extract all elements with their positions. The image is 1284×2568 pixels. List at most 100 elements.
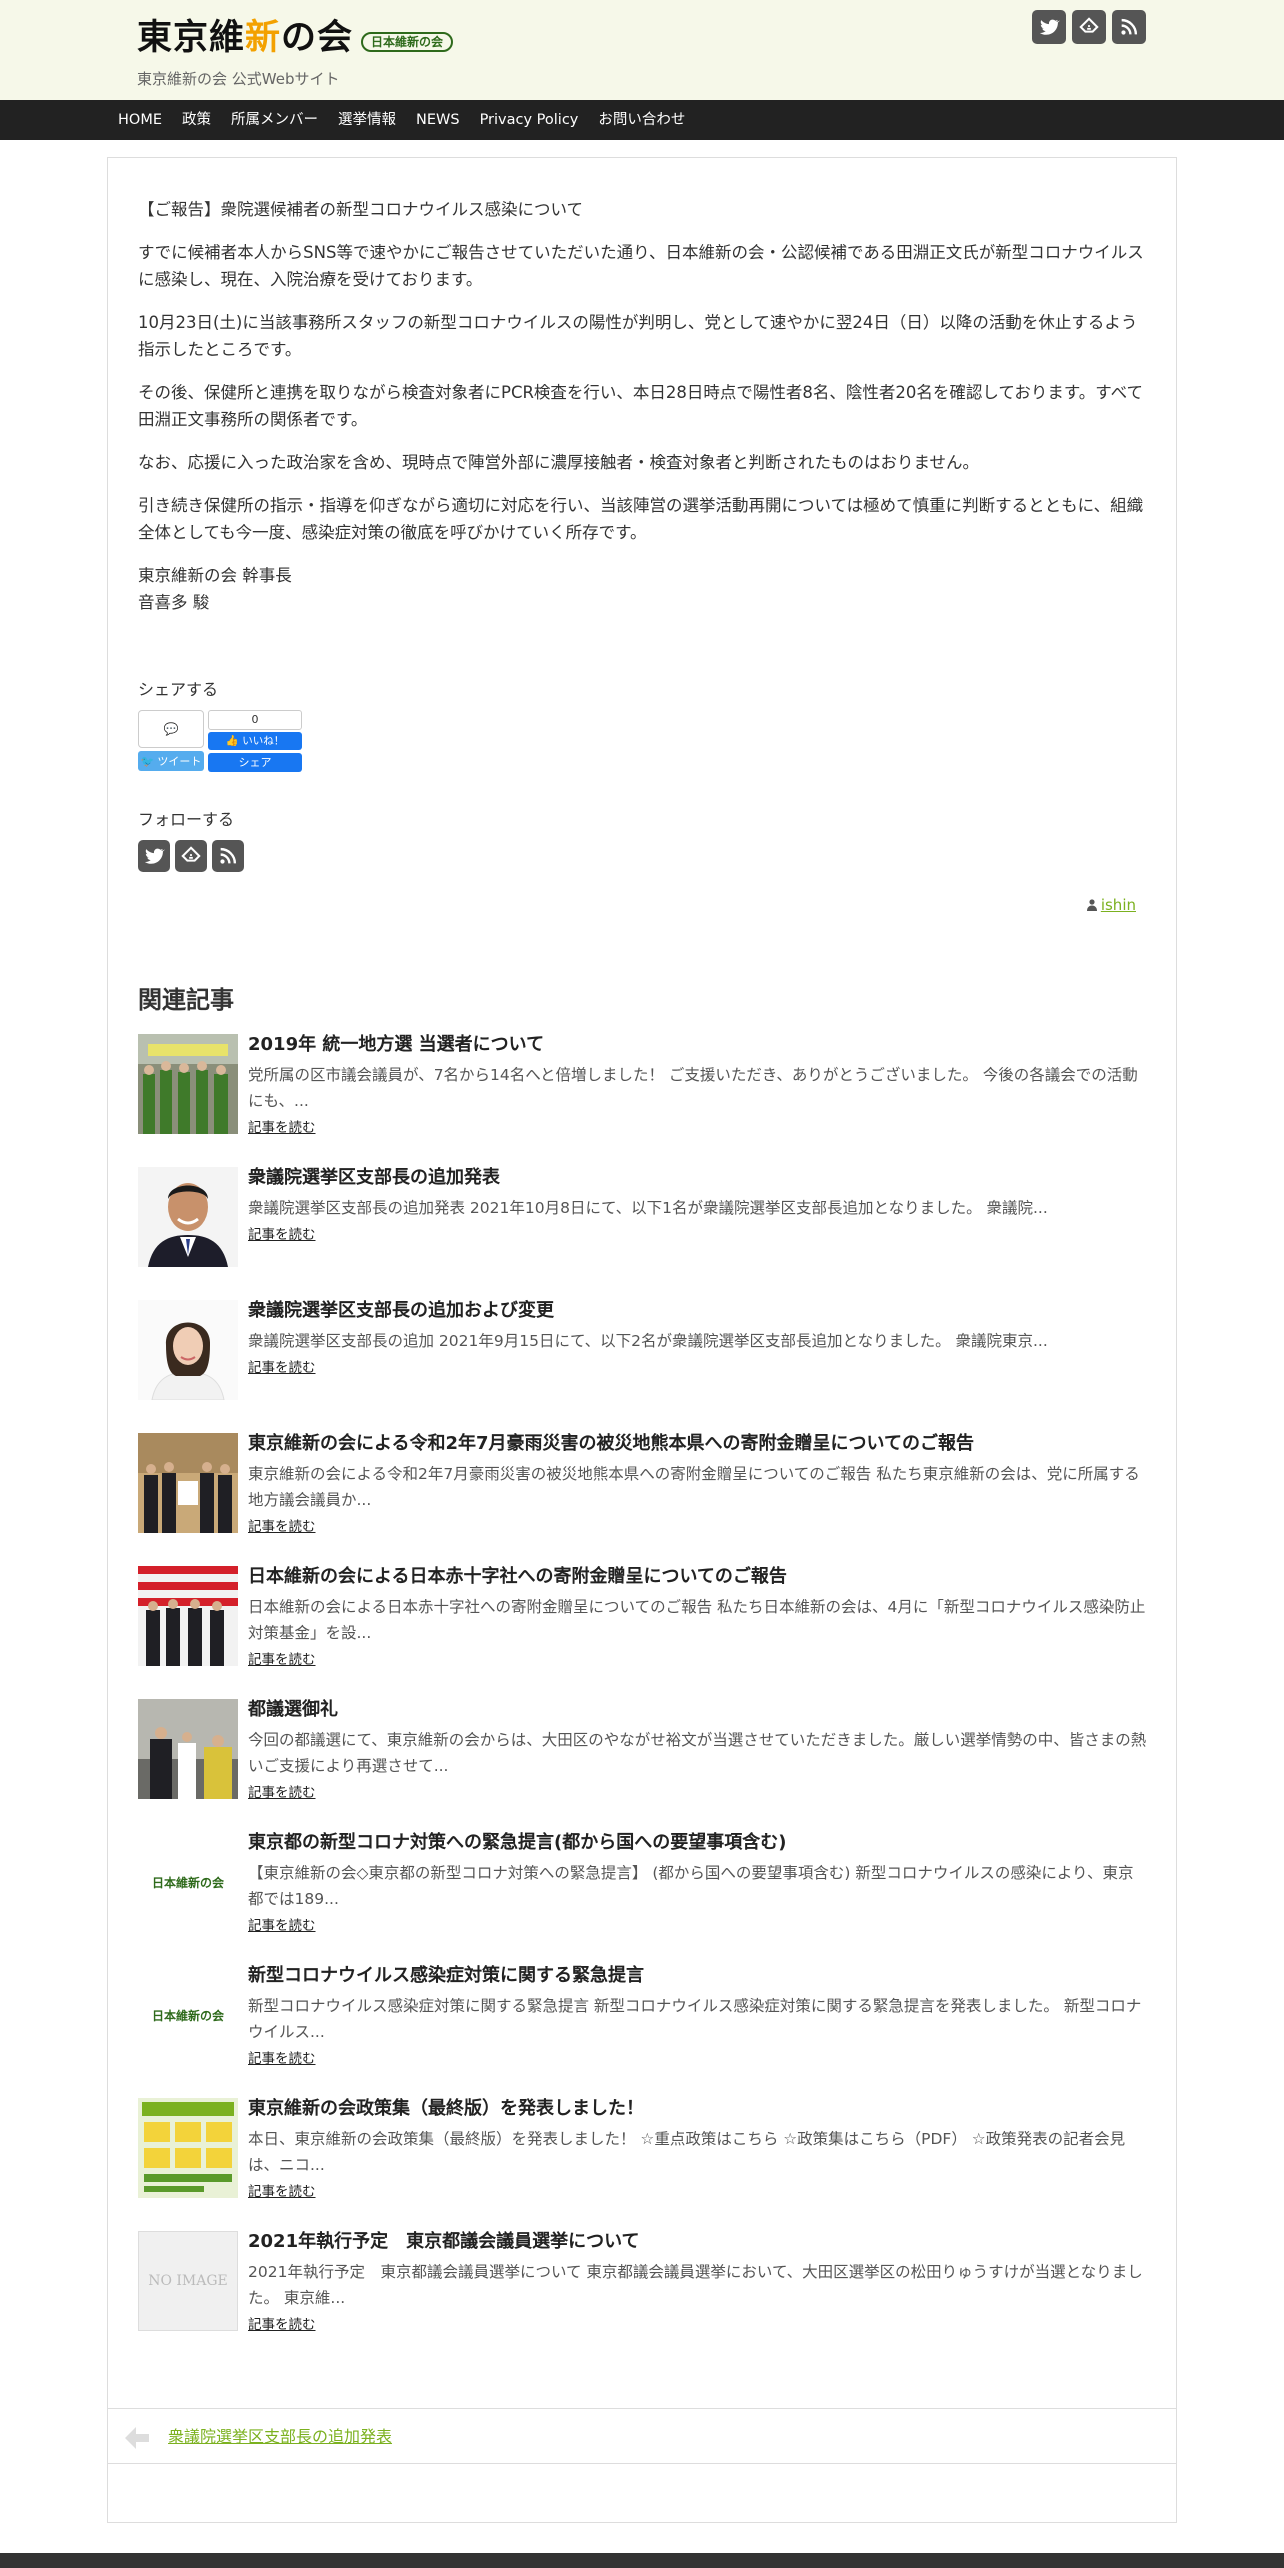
article-excerpt: 衆議院選挙区支部長の追加発表 2021年10月8日にて、以下1名が衆議院選挙区支… — [248, 1199, 1048, 1217]
site-tagline: 東京維新の会 公式Webサイト — [137, 70, 340, 88]
related-title: 関連記事 — [138, 986, 234, 1014]
post-paragraph: 【ご報告】衆院選候補者の新型コロナウイルス感染について — [138, 200, 584, 219]
fb-like-button[interactable]: 👍 いいね！ — [208, 732, 302, 750]
signoff-name: 音喜多 駿 — [138, 593, 210, 612]
nav-item-contact[interactable]: お問い合わせ — [588, 100, 695, 140]
article-excerpt: 新型コロナウイルス感染症対策に関する緊急提言 新型コロナウイルス感染症対策に関す… — [248, 1997, 1142, 2041]
rss-icon[interactable] — [212, 840, 244, 872]
article-title[interactable]: 2021年執行予定 東京都議会議員選挙について — [248, 2229, 640, 2255]
article-thumbnail[interactable] — [138, 1300, 238, 1400]
article-title[interactable]: 2019年 統一地方選 当選者について — [248, 1032, 544, 1058]
logo-text: 東京維新の会 — [137, 18, 354, 58]
article-excerpt: 今回の都議選にて、東京維新の会からは、大田区のやながせ裕文が当選させていただきま… — [248, 1731, 1147, 1775]
article-thumbnail[interactable] — [138, 1566, 238, 1666]
read-more-link[interactable]: 記事を読む — [248, 1914, 316, 1934]
tweet-button[interactable]: 🐦 ツイート — [138, 751, 204, 771]
article-thumbnail[interactable] — [138, 1699, 238, 1799]
follow-title: フォローする — [138, 810, 235, 829]
header-social-links — [1032, 10, 1146, 44]
article-title[interactable]: 都議選御礼 — [248, 1697, 338, 1723]
article-title[interactable]: 東京都の新型コロナ対策への緊急提言(都から国への要望事項含む) — [248, 1830, 786, 1856]
post-body: 【ご報告】衆院選候補者の新型コロナウイルス感染について すでに候補者本人からSN… — [138, 196, 1148, 616]
list-item: 日本維新の会による日本赤十字社への寄附金贈呈についてのご報告 日本維新の会による… — [138, 1566, 1148, 1699]
article-title[interactable]: 東京維新の会による令和2年7月豪雨災害の被災地熊本県への寄附金贈呈についてのご報… — [248, 1431, 974, 1457]
arrow-left-icon[interactable] — [122, 2423, 152, 2453]
article-thumbnail[interactable]: 日本維新の会 — [138, 1832, 238, 1932]
list-item: 東京維新の会政策集（最終版）を発表しました！ 本日、東京維新の会政策集（最終版）… — [138, 2098, 1148, 2231]
related-list: 2019年 統一地方選 当選者について 党所属の区市議会議員が、7名から14名へ… — [138, 1034, 1148, 2364]
post-paragraph: すでに候補者本人からSNS等で速やかにご報告させていただいた通り、日本維新の会・… — [138, 243, 1144, 289]
party-logo-badge: 日本維新の会 — [151, 1875, 224, 1890]
article-excerpt: 2021年執行予定 東京都議会議員選挙について 東京都議会議員選挙において、大田… — [248, 2263, 1143, 2307]
list-item: 都議選御礼 今回の都議選にて、東京維新の会からは、大田区のやながせ裕文が当選させ… — [138, 1699, 1148, 1832]
read-more-link[interactable]: 記事を読む — [248, 1781, 316, 1801]
feedly-icon[interactable] — [175, 840, 207, 872]
read-more-link[interactable]: 記事を読む — [248, 2313, 316, 2333]
post-navigation: 衆議院選挙区支部長の追加発表 — [108, 2408, 1176, 2464]
author-link[interactable]: ishin — [1101, 896, 1136, 914]
follow-social-links — [138, 840, 244, 872]
footer-bar — [0, 2553, 1284, 2568]
read-more-link[interactable]: 記事を読む — [248, 1356, 316, 1376]
article-thumbnail[interactable] — [138, 1034, 238, 1134]
signoff-title: 東京維新の会 幹事長 — [138, 566, 292, 585]
article-excerpt: 東京維新の会による令和2年7月豪雨災害の被災地熊本県への寄附金贈呈についてのご報… — [248, 1465, 1140, 1509]
prev-post-link[interactable]: 衆議院選挙区支部長の追加発表 — [168, 2423, 392, 2451]
site-logo[interactable]: 東京維新の会 日本維新の会 — [137, 14, 454, 62]
post-paragraph: なお、応援に入った政治家を含め、現時点で陣営外部に濃厚接触者・検査対象者と判断さ… — [138, 453, 980, 472]
read-more-link[interactable]: 記事を読む — [248, 1116, 316, 1136]
fb-like-count: 0 — [208, 710, 302, 730]
comment-icon: 💬 — [163, 722, 179, 736]
read-more-link[interactable]: 記事を読む — [248, 1223, 316, 1243]
list-item: 東京維新の会による令和2年7月豪雨災害の被災地熊本県への寄附金贈呈についてのご報… — [138, 1433, 1148, 1566]
comment-count-box[interactable]: 💬 — [138, 710, 204, 748]
post-author: ishin — [1086, 896, 1136, 914]
article-thumbnail[interactable]: 日本維新の会 — [138, 1965, 238, 2065]
logo-badge: 日本維新の会 — [361, 32, 454, 52]
article-title[interactable]: 衆議院選挙区支部長の追加および変更 — [248, 1298, 554, 1324]
rss-icon[interactable] — [1112, 10, 1146, 44]
article-excerpt: 党所属の区市議会議員が、7名から14名へと倍増しました！ ご支援いただき、ありが… — [248, 1066, 1138, 1110]
fb-share-button[interactable]: シェア — [208, 753, 302, 772]
article-title[interactable]: 日本維新の会による日本赤十字社への寄附金贈呈についてのご報告 — [248, 1564, 787, 1590]
post-paragraph: 引き続き保健所の指示・指導を仰ぎながら適切に対応を行い、当該陣営の選挙活動再開に… — [138, 496, 1144, 542]
article-title[interactable]: 衆議院選挙区支部長の追加発表 — [248, 1165, 500, 1191]
list-item: 日本維新の会 新型コロナウイルス感染症対策に関する緊急提言 新型コロナウイルス感… — [138, 1965, 1148, 2098]
article-title[interactable]: 東京維新の会政策集（最終版）を発表しました！ — [248, 2096, 644, 2122]
list-item: 日本維新の会 東京都の新型コロナ対策への緊急提言(都から国への要望事項含む) 【… — [138, 1832, 1148, 1965]
article-thumbnail[interactable] — [138, 1167, 238, 1267]
article-excerpt: 衆議院選挙区支部長の追加 2021年9月15日にて、以下2名が衆議院選挙区支部長… — [248, 1332, 1048, 1350]
nav-item-home[interactable]: HOME — [108, 100, 172, 140]
nav-item-members[interactable]: 所属メンバー — [221, 100, 328, 140]
article-excerpt: 本日、東京維新の会政策集（最終版）を発表しました！ ☆重点政策はこちら ☆政策集… — [248, 2130, 1126, 2174]
article-excerpt: 日本維新の会による日本赤十字社への寄附金贈呈についてのご報告 私たち日本維新の会… — [248, 1598, 1146, 1642]
post-paragraph: 10月23日(土)に当該事務所スタッフの新型コロナウイルスの陽性が判明し、党とし… — [138, 313, 1138, 359]
read-more-link[interactable]: 記事を読む — [248, 1648, 316, 1668]
read-more-link[interactable]: 記事を読む — [248, 1515, 316, 1535]
nav-item-policy[interactable]: 政策 — [172, 100, 221, 140]
main-nav: HOME 政策 所属メンバー 選挙情報 NEWS Privacy Policy … — [0, 100, 1284, 140]
content-card: 【ご報告】衆院選候補者の新型コロナウイルス感染について すでに候補者本人からSN… — [107, 157, 1177, 2523]
post-signoff: 東京維新の会 幹事長 音喜多 駿 — [138, 562, 1148, 616]
twitter-icon[interactable] — [138, 840, 170, 872]
article-title[interactable]: 新型コロナウイルス感染症対策に関する緊急提言 — [248, 1963, 644, 1989]
party-logo-badge: 日本維新の会 — [151, 2008, 224, 2023]
share-title: シェアする — [138, 680, 219, 699]
nav-item-privacy[interactable]: Privacy Policy — [470, 100, 589, 140]
user-icon — [1086, 899, 1097, 911]
site-header: 東京維新の会 日本維新の会 東京維新の会 公式Webサイト — [0, 0, 1284, 100]
article-thumbnail[interactable] — [138, 2098, 238, 2198]
list-item: NO IMAGE 2021年執行予定 東京都議会議員選挙について 2021年執行… — [138, 2231, 1148, 2364]
list-item: 衆議院選挙区支部長の追加および変更 衆議院選挙区支部長の追加 2021年9月15… — [138, 1300, 1148, 1433]
twitter-icon[interactable] — [1032, 10, 1066, 44]
list-item: 衆議院選挙区支部長の追加発表 衆議院選挙区支部長の追加発表 2021年10月8日… — [138, 1167, 1148, 1300]
read-more-link[interactable]: 記事を読む — [248, 2180, 316, 2200]
feedly-icon[interactable] — [1072, 10, 1106, 44]
post-paragraph: その後、保健所と連携を取りながら検査対象者にPCR検査を行い、本日28日時点で陽… — [138, 383, 1143, 429]
article-excerpt: 【東京維新の会◇東京都の新型コロナ対策への緊急提言】 (都から国への要望事項含む… — [248, 1864, 1134, 1908]
no-image-placeholder[interactable]: NO IMAGE — [138, 2231, 238, 2331]
nav-item-election[interactable]: 選挙情報 — [328, 100, 406, 140]
read-more-link[interactable]: 記事を読む — [248, 2047, 316, 2067]
article-thumbnail[interactable] — [138, 1433, 238, 1533]
nav-item-news[interactable]: NEWS — [406, 100, 470, 140]
